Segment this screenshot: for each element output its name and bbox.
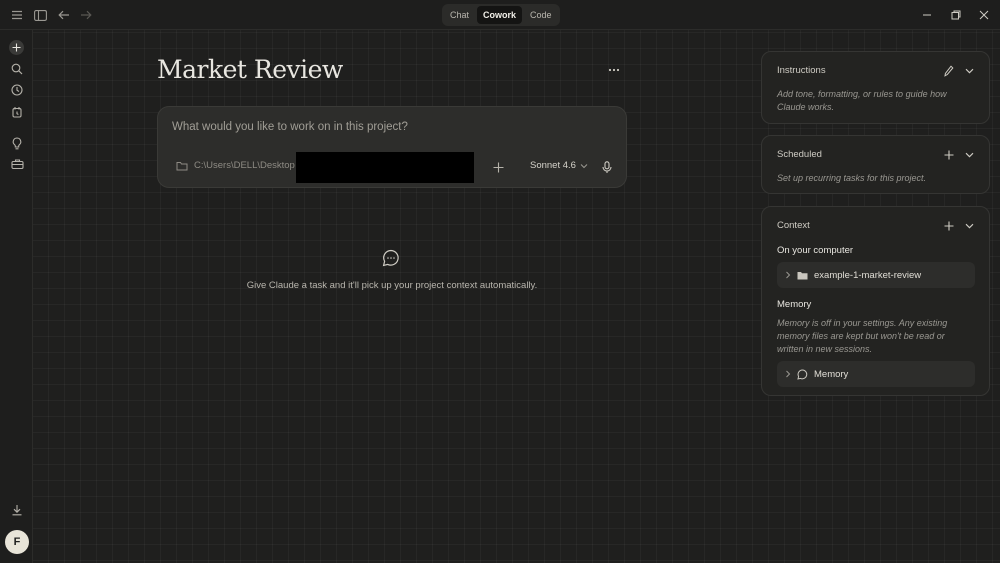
add-context-plus-icon[interactable] [942,219,956,233]
lightbulb-icon[interactable] [9,135,25,151]
folder-outline-icon [176,161,188,171]
memory-item-label: Memory [814,368,849,380]
empty-state-message: Give Claude a task and it'll pick up you… [246,280,538,291]
restore-icon[interactable] [949,8,963,22]
edit-pencil-icon[interactable] [942,64,956,78]
memory-bubble-icon [797,368,808,380]
folder-selector[interactable]: C:\Users\DELL\Desktop [176,160,295,171]
chevron-right-icon[interactable] [785,271,791,279]
left-rail: F [0,30,33,563]
menu-icon[interactable] [9,7,25,23]
avatar[interactable]: F [5,530,29,554]
instructions-description-line-2: Claude works. [777,102,835,112]
sidebar-toggle-icon[interactable] [32,7,48,23]
memory-row[interactable]: Memory [777,361,975,387]
model-label: Sonnet 4.6 [530,160,576,171]
new-task-plus-icon[interactable] [9,40,24,55]
chevron-down-icon[interactable] [962,148,976,162]
chevron-down-icon[interactable] [962,219,976,233]
model-selector[interactable]: Sonnet 4.6 [530,160,588,171]
memory-description-line-2: memory files are kept but won't be read … [777,331,945,341]
instructions-description-line-1: Add tone, formatting, or rules to guide … [777,89,947,99]
tab-cowork[interactable]: Cowork [477,6,523,24]
memory-description-line-1: Memory is off in your settings. Any exis… [777,318,948,328]
folder-icon [797,271,808,280]
scheduled-description: Set up recurring tasks for this project. [777,173,927,183]
close-icon[interactable] [977,8,991,22]
chat-bubble-icon [382,249,400,267]
redacted-block [296,152,474,183]
instructions-title: Instructions [777,65,826,76]
chevron-right-icon[interactable] [785,370,791,378]
on-your-computer-heading: On your computer [777,245,854,256]
instructions-panel: Instructions Add tone, formatting, or ru… [761,51,990,124]
scheduled-title: Scheduled [777,149,822,160]
more-options-icon[interactable] [606,62,622,78]
back-arrow-icon[interactable] [56,7,72,23]
chevron-down-icon [580,163,588,169]
page-title: Market Review [157,55,343,84]
memory-heading: Memory [777,299,812,310]
tab-chat[interactable]: Chat [444,6,475,24]
add-schedule-plus-icon[interactable] [942,148,956,162]
task-input[interactable]: What would you like to work on in this p… [172,121,408,133]
folder-path: C:\Users\DELL\Desktop [194,160,295,171]
title-bar: Chat Cowork Code [0,0,1000,30]
folder-row[interactable]: example-1-market-review [777,262,975,288]
folder-name: example-1-market-review [814,269,922,281]
forward-arrow-icon[interactable] [78,7,94,23]
tab-code[interactable]: Code [524,6,558,24]
scheduled-panel: Scheduled Set up recurring tasks for thi… [761,135,990,194]
task-composer[interactable]: What would you like to work on in this p… [157,106,627,188]
microphone-icon[interactable] [599,159,615,175]
chevron-down-icon[interactable] [962,64,976,78]
scheduled-alarm-icon[interactable] [9,104,25,120]
download-icon[interactable] [9,502,25,518]
search-icon[interactable] [9,61,25,77]
add-attachment-icon[interactable] [490,159,506,175]
toolbox-icon[interactable] [9,156,25,172]
context-panel: Context On your computer example-1-marke… [761,206,990,396]
context-title: Context [777,220,810,231]
history-clock-icon[interactable] [9,82,25,98]
mode-switcher: Chat Cowork Code [442,4,560,26]
minimize-icon[interactable] [920,8,934,22]
memory-description-line-3: written in new sessions. [777,344,873,354]
